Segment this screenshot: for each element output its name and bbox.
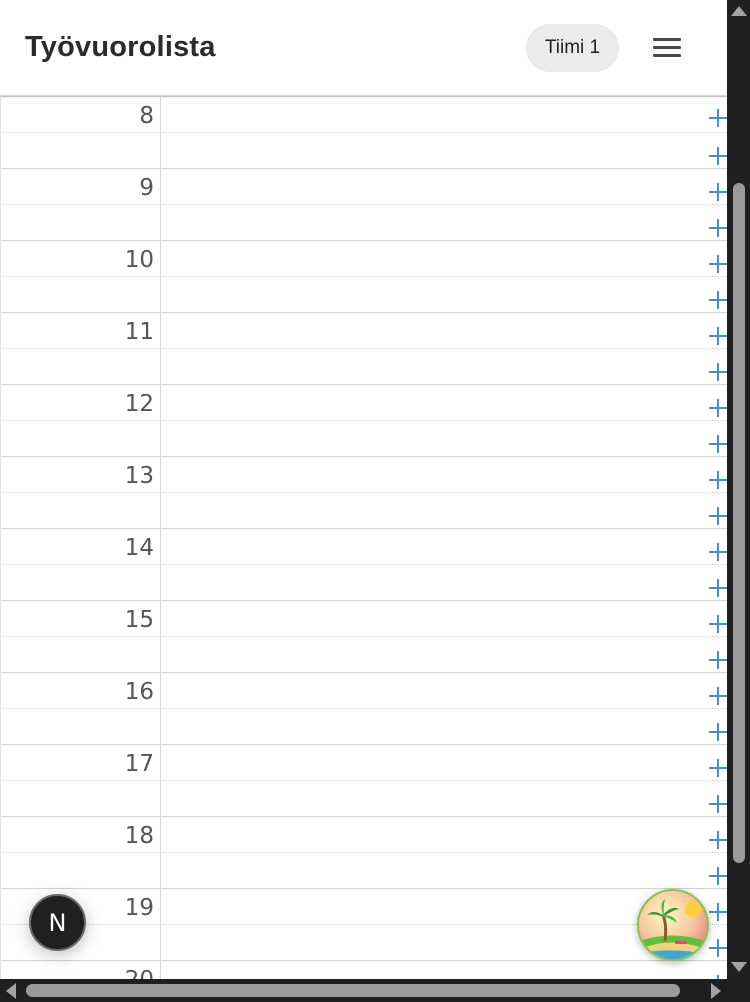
scroll-down-arrow-icon[interactable] — [731, 962, 747, 972]
hour-label: 14 — [124, 535, 154, 561]
hamburger-menu-icon[interactable] — [646, 30, 688, 66]
hour-row: 10 — [0, 240, 727, 312]
grid-left-border — [0, 96, 1, 979]
hour-label: 20 — [125, 967, 154, 979]
island-illustration — [639, 896, 707, 959]
add-shift-plus-icon[interactable] — [709, 470, 727, 490]
hour-label: 19 — [124, 895, 154, 921]
add-shift-plus-icon[interactable] — [709, 182, 727, 202]
page-title: Työvuorolista — [25, 31, 216, 63]
add-shift-plus-icon[interactable] — [709, 650, 727, 670]
hour-label: 16 — [124, 679, 154, 705]
hour-label: 10 — [124, 247, 154, 273]
app-header: Työvuorolista Tiimi 1 — [0, 0, 727, 96]
add-shift-plus-icon[interactable] — [709, 758, 727, 778]
tropical-island-icon[interactable] — [637, 889, 709, 961]
team-selector-button[interactable]: Tiimi 1 — [526, 24, 619, 72]
hour-label: 9 — [139, 175, 154, 201]
hour-row: 15 — [0, 600, 727, 672]
menu-line — [653, 38, 681, 41]
menu-line — [653, 46, 681, 49]
add-shift-plus-icon[interactable] — [709, 902, 727, 922]
time-column-divider — [160, 96, 161, 979]
hour-label: 18 — [124, 823, 154, 849]
schedule-grid: 8 9 10 11 12 13 14 15 16 17 18 19 — [0, 96, 727, 979]
add-shift-plus-icon[interactable] — [709, 254, 727, 274]
scroll-left-arrow-icon[interactable] — [6, 983, 16, 999]
hour-row: 18 — [0, 816, 727, 888]
add-shift-plus-icon[interactable] — [709, 542, 727, 562]
hour-label: 8 — [139, 103, 154, 129]
add-shift-plus-icon[interactable] — [709, 506, 727, 526]
add-shift-plus-icon[interactable] — [709, 974, 727, 979]
hour-label: 11 — [124, 319, 154, 345]
add-shift-plus-icon[interactable] — [709, 614, 727, 634]
horizontal-scrollbar-thumb[interactable] — [26, 984, 680, 997]
add-shift-plus-icon[interactable] — [709, 326, 727, 346]
hour-row: 12 — [0, 384, 727, 456]
vertical-scrollbar-thumb[interactable] — [733, 183, 745, 863]
hour-row: 14 — [0, 528, 727, 600]
add-shift-plus-icon[interactable] — [709, 398, 727, 418]
add-shift-plus-icon[interactable] — [709, 830, 727, 850]
hour-row: 16 — [0, 672, 727, 744]
add-shift-plus-icon[interactable] — [709, 290, 727, 310]
menu-line — [653, 54, 681, 57]
add-shift-plus-icon[interactable] — [709, 794, 727, 814]
add-shift-plus-icon[interactable] — [709, 686, 727, 706]
add-shift-plus-icon[interactable] — [709, 146, 727, 166]
add-shift-plus-icon[interactable] — [709, 938, 727, 958]
hour-row: 17 — [0, 744, 727, 816]
add-shift-plus-icon[interactable] — [709, 722, 727, 742]
add-shift-plus-icon[interactable] — [709, 218, 727, 238]
hour-row: 19 — [0, 888, 727, 960]
hour-label: 15 — [124, 607, 154, 633]
add-shift-plus-icon[interactable] — [709, 434, 727, 454]
hour-label: 17 — [124, 751, 154, 777]
add-shift-plus-icon[interactable] — [709, 866, 727, 886]
add-shift-plus-icon[interactable] — [709, 578, 727, 598]
add-shift-plus-icon[interactable] — [709, 108, 727, 128]
hour-label: 13 — [124, 463, 154, 489]
n-badge-button[interactable]: N — [29, 894, 86, 951]
scroll-up-arrow-icon[interactable] — [731, 6, 747, 16]
hour-row: 11 — [0, 312, 727, 384]
hour-label: 12 — [124, 391, 154, 417]
scroll-right-arrow-icon[interactable] — [711, 983, 721, 999]
add-shift-plus-icon[interactable] — [709, 362, 727, 382]
scrollbar-corner — [727, 979, 750, 1002]
hour-row: 20 — [0, 960, 727, 979]
hour-row: 13 — [0, 456, 727, 528]
hour-row: 8 — [0, 96, 727, 168]
hour-row: 9 — [0, 168, 727, 240]
